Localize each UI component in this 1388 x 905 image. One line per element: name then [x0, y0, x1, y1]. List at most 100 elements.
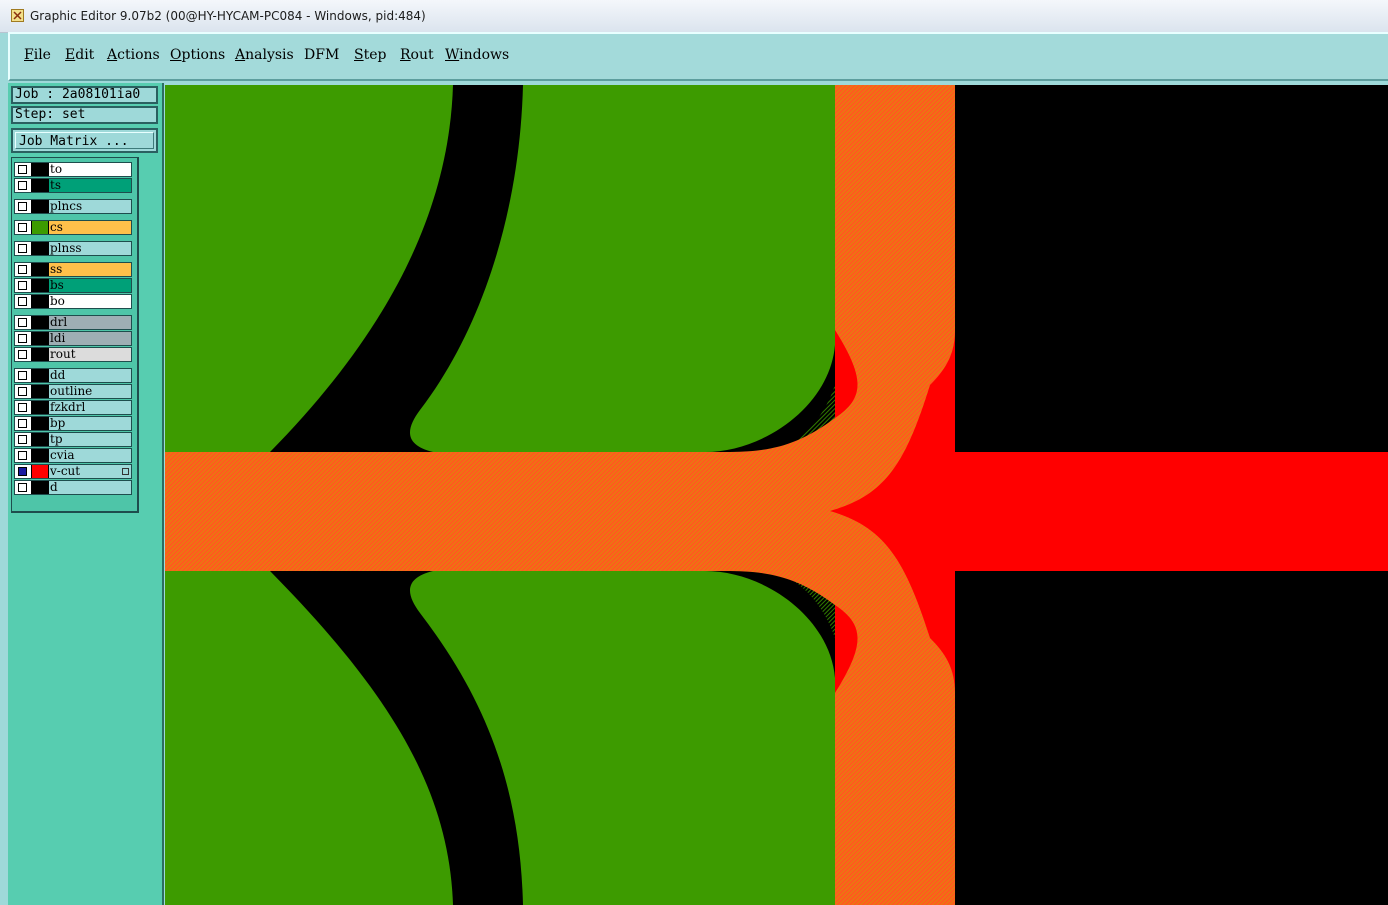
layer-checkbox[interactable]	[15, 263, 31, 276]
layer-name[interactable]: bo	[49, 295, 131, 308]
layer-name[interactable]: v-cut	[49, 465, 131, 478]
menu-windows[interactable]: Windows	[445, 47, 509, 63]
layer-row-bs[interactable]: bs	[14, 278, 132, 293]
layer-checkbox[interactable]	[15, 401, 31, 414]
layer-color-swatch[interactable]	[32, 465, 48, 478]
layer-name[interactable]: ldi	[49, 332, 131, 345]
layer-name[interactable]: rout	[49, 348, 131, 361]
layer-name[interactable]: plncs	[49, 200, 131, 213]
layer-color-swatch[interactable]	[32, 200, 48, 213]
layer-row-cvia[interactable]: cvia	[14, 448, 132, 463]
layer-row-rout[interactable]: rout	[14, 347, 132, 362]
layer-name[interactable]: fzkdrl	[49, 401, 131, 414]
layer-color-swatch[interactable]	[32, 179, 48, 192]
layer-color-swatch[interactable]	[32, 242, 48, 255]
layer-row-ss[interactable]: ss	[14, 262, 132, 277]
layer-name[interactable]: d	[49, 481, 131, 494]
layer-checkbox[interactable]	[15, 465, 31, 478]
graphic-canvas[interactable]	[165, 85, 1388, 905]
layer-checkbox[interactable]	[15, 295, 31, 308]
layer-row-outline[interactable]: outline	[14, 384, 132, 399]
layer-color-swatch[interactable]	[32, 369, 48, 382]
layer-list: to ts plncs cs plnss ss bs bo drl ldi rout dd outlin…	[11, 157, 139, 513]
layer-name[interactable]: drl	[49, 316, 131, 329]
layer-color-swatch[interactable]	[32, 417, 48, 430]
layer-color-swatch[interactable]	[32, 481, 48, 494]
window-title: Graphic Editor 9.07b2 (00@HY-HYCAM-PC084…	[30, 9, 426, 23]
layer-color-swatch[interactable]	[32, 163, 48, 176]
layer-row-drl[interactable]: drl	[14, 315, 132, 330]
layer-color-swatch[interactable]	[32, 263, 48, 276]
job-matrix-button[interactable]: Job Matrix ...	[11, 128, 158, 153]
layer-name[interactable]: cvia	[49, 449, 131, 462]
layer-checkbox[interactable]	[15, 242, 31, 255]
layer-checkbox[interactable]	[15, 433, 31, 446]
layer-checkbox[interactable]	[15, 163, 31, 176]
menu-edit[interactable]: Edit	[65, 47, 94, 63]
layer-name[interactable]: tp	[49, 433, 131, 446]
layer-checkbox[interactable]	[15, 179, 31, 192]
layer-checkbox[interactable]	[15, 279, 31, 292]
job-label: Job : 2a08101ia0	[11, 86, 158, 104]
layer-row-v-cut[interactable]: v-cut	[14, 464, 132, 479]
layer-checkbox[interactable]	[15, 369, 31, 382]
layer-color-swatch[interactable]	[32, 332, 48, 345]
menu-dfm[interactable]: DFM	[304, 47, 339, 63]
layer-row-fzkdrl[interactable]: fzkdrl	[14, 400, 132, 415]
route-horizontal	[165, 452, 745, 571]
layer-row-tp[interactable]: tp	[14, 432, 132, 447]
layer-color-swatch[interactable]	[32, 401, 48, 414]
copper-top-left	[165, 85, 453, 452]
layer-panel: Job : 2a08101ia0 Step: set Job Matrix ..…	[8, 83, 164, 905]
layer-checkbox[interactable]	[15, 348, 31, 361]
layer-row-ldi[interactable]: ldi	[14, 331, 132, 346]
layer-name[interactable]: cs	[49, 221, 131, 234]
layer-name[interactable]: to	[49, 163, 131, 176]
layer-checkbox[interactable]	[15, 449, 31, 462]
layer-color-swatch[interactable]	[32, 316, 48, 329]
copper-top-right	[410, 85, 835, 452]
layer-checkbox[interactable]	[15, 221, 31, 234]
layer-row-dd[interactable]: dd	[14, 368, 132, 383]
copper-bottom-left	[165, 571, 453, 905]
layer-row-plncs[interactable]: plncs	[14, 199, 132, 214]
layer-checkbox[interactable]	[15, 316, 31, 329]
layer-color-swatch[interactable]	[32, 279, 48, 292]
layer-name[interactable]: ss	[49, 263, 131, 276]
layer-name[interactable]: outline	[49, 385, 131, 398]
layer-row-cs[interactable]: cs	[14, 220, 132, 235]
layer-color-swatch[interactable]	[32, 295, 48, 308]
layer-checkbox[interactable]	[15, 481, 31, 494]
menu-rout[interactable]: Rout	[400, 47, 434, 63]
layer-name[interactable]: ts	[49, 179, 131, 192]
layer-name[interactable]: bs	[49, 279, 131, 292]
layer-row-bo[interactable]: bo	[14, 294, 132, 309]
title-bar: Graphic Editor 9.07b2 (00@HY-HYCAM-PC084…	[0, 0, 1388, 33]
layer-name[interactable]: dd	[49, 369, 131, 382]
copper-bottom-right	[410, 571, 835, 905]
layer-row-to[interactable]: to	[14, 162, 132, 177]
layer-row-plnss[interactable]: plnss	[14, 241, 132, 256]
layer-name[interactable]: plnss	[49, 242, 131, 255]
layer-name[interactable]: bp	[49, 417, 131, 430]
layer-row-d[interactable]: d	[14, 480, 132, 495]
layer-checkbox[interactable]	[15, 332, 31, 345]
layer-color-swatch[interactable]	[32, 348, 48, 361]
menu-bar: File Edit Actions Options Analysis DFM S…	[8, 32, 1388, 81]
layer-row-ts[interactable]: ts	[14, 178, 132, 193]
layer-checkbox[interactable]	[15, 417, 31, 430]
layer-color-swatch[interactable]	[32, 221, 48, 234]
layer-checkbox[interactable]	[15, 200, 31, 213]
job-matrix-label: Job Matrix ...	[15, 132, 154, 149]
layer-marker-icon	[122, 468, 129, 475]
layer-checkbox[interactable]	[15, 385, 31, 398]
menu-step[interactable]: Step	[354, 47, 386, 63]
menu-options[interactable]: Options	[170, 47, 225, 63]
menu-file[interactable]: File	[24, 47, 51, 63]
layer-color-swatch[interactable]	[32, 433, 48, 446]
layer-color-swatch[interactable]	[32, 385, 48, 398]
layer-color-swatch[interactable]	[32, 449, 48, 462]
menu-actions[interactable]: Actions	[107, 47, 160, 63]
layer-row-bp[interactable]: bp	[14, 416, 132, 431]
menu-analysis[interactable]: Analysis	[235, 47, 294, 63]
